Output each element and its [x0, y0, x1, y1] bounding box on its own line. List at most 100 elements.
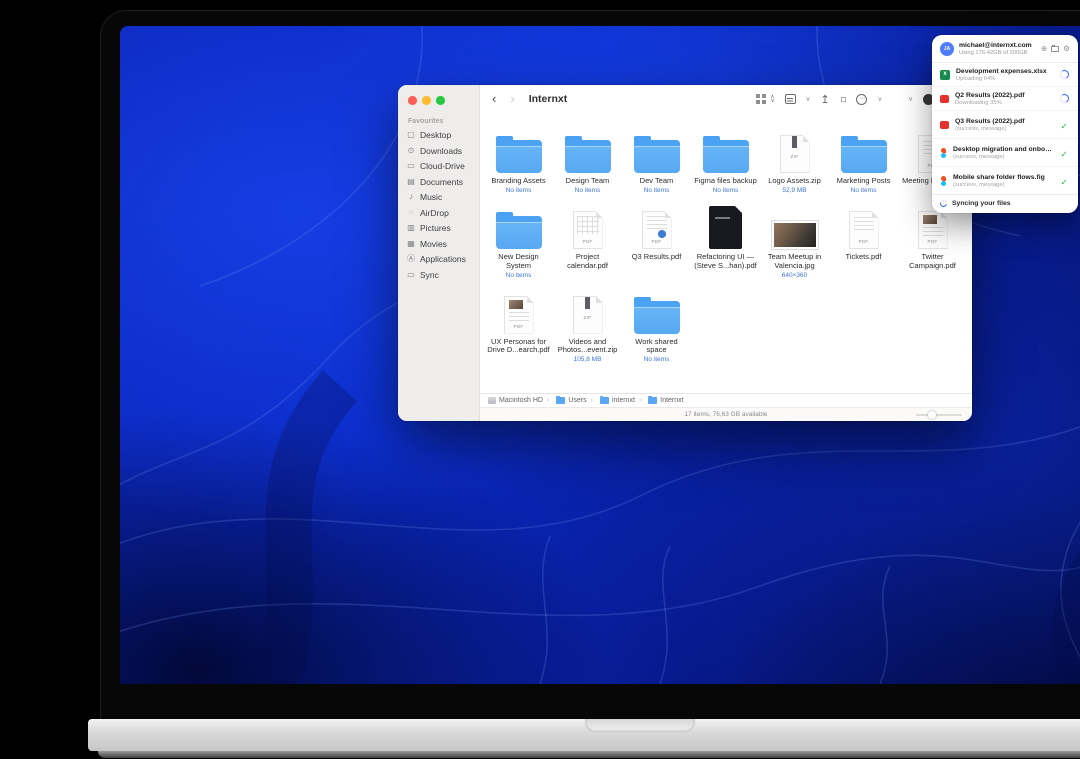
zoom-window-button[interactable]: [436, 96, 445, 105]
sort-chevrons-icon[interactable]: [771, 95, 775, 104]
sidebar-item[interactable]: ▭ Cloud-Drive: [406, 159, 475, 175]
back-button[interactable]: [492, 85, 496, 113]
minimize-button[interactable]: [422, 96, 431, 105]
folder-icon: ▭: [406, 270, 416, 280]
account-email: michael@internxt.com: [959, 42, 1036, 49]
file-name: Logo Assets.zip: [768, 177, 821, 186]
sync-item[interactable]: Development expenses.xlsx Uploading 64%: [932, 63, 1078, 86]
file-item[interactable]: UX Personas for Drive D...earch.pdf: [484, 288, 553, 364]
sidebar-item[interactable]: ▢ Desktop: [406, 128, 475, 144]
file-item[interactable]: Dev Team No items: [622, 127, 691, 194]
file-icon-wrap: [504, 288, 534, 334]
sync-item-name: Mobile share folder flows.fig: [953, 174, 1052, 181]
share-icon[interactable]: [820, 93, 829, 106]
sync-item[interactable]: Desktop migration and onboardi... (succe…: [932, 138, 1078, 166]
file-item[interactable]: Q3 Results.pdf: [622, 203, 691, 279]
sync-item-name: Development expenses.xlsx: [956, 68, 1052, 75]
file-item[interactable]: Twitter Campaign.pdf: [898, 203, 967, 279]
sidebar-item[interactable]: Ⓐ Applications: [406, 252, 475, 268]
sync-item-status: Downloading 35%: [955, 100, 1052, 106]
sidebar-item[interactable]: ♪ Music: [406, 190, 475, 206]
sync-spinner-icon: [939, 199, 949, 209]
file-item[interactable]: Refactoring UI — (Steve S...han).pdf: [691, 203, 760, 279]
popup-header: JA michael@internxt.com Using 176.42GB o…: [932, 35, 1078, 63]
chevron-down-icon[interactable]: [806, 95, 811, 103]
breadcrumb-label: Macintosh HD: [499, 397, 543, 404]
progress-spinner-icon: [1058, 93, 1069, 104]
file-item[interactable]: Logo Assets.zip 52,9 MB: [760, 127, 829, 194]
file-item[interactable]: Team Meetup in Valencia.jpg 640×360: [760, 203, 829, 279]
status-bar: Macintosh HD Users internxt Internxt 17 …: [480, 393, 972, 421]
file-item[interactable]: New Design System No items: [484, 203, 553, 279]
finder-toolbar: Internxt: [480, 85, 972, 113]
forward-button[interactable]: [510, 85, 514, 113]
items-summary: 17 items, 76,63 GB available: [684, 411, 767, 418]
sidebar-item-label: Applications: [420, 254, 466, 264]
file-icon-wrap: [565, 127, 611, 173]
file-item[interactable]: Project calendar.pdf: [553, 203, 622, 279]
figma-file-icon: [940, 148, 947, 158]
pdf-photo-icon: [504, 296, 534, 334]
file-icon-wrap: [634, 127, 680, 173]
overflow-chevron-icon[interactable]: [908, 95, 913, 103]
open-folder-icon[interactable]: [1051, 46, 1059, 52]
file-item[interactable]: Tickets.pdf: [829, 203, 898, 279]
breadcrumb-label: Internxt: [660, 397, 683, 404]
file-grid: Branding Assets No items Design Team No …: [480, 113, 972, 393]
more-actions-icon[interactable]: [856, 94, 867, 105]
chevron-down-icon[interactable]: [877, 95, 882, 103]
toolbar-icons: [756, 93, 934, 106]
breadcrumb-item[interactable]: Macintosh HD: [488, 397, 543, 404]
pdf-chart-icon: [642, 211, 672, 249]
sidebar-item-label: Sync: [420, 270, 439, 280]
sync-status-label: Syncing your files: [952, 200, 1011, 207]
sidebar-item[interactable]: ▦ Movies: [406, 236, 475, 252]
file-item[interactable]: Design Team No items: [553, 127, 622, 194]
file-item[interactable]: Marketing Posts No items: [829, 127, 898, 194]
sidebar-item[interactable]: ▥ Pictures: [406, 221, 475, 237]
file-item[interactable]: Figma files backup No items: [691, 127, 760, 194]
storage-usage: Using 176.42GB of 200GB: [959, 50, 1036, 56]
sync-item[interactable]: Q2 Results (2022).pdf Downloading 35%: [932, 86, 1078, 110]
gear-icon[interactable]: [1063, 45, 1070, 53]
tag-icon[interactable]: [837, 93, 850, 106]
folder-icon: [496, 140, 542, 173]
sidebar-item[interactable]: ◌ AirDrop: [406, 205, 475, 221]
finder-window: Favourites ▢ Desktop ⊙ Downloads ▭ Cloud…: [398, 85, 972, 421]
sync-item[interactable]: Mobile share folder flows.fig (success, …: [932, 166, 1078, 194]
file-sublabel: No items: [713, 187, 739, 194]
sync-item-state: [1058, 94, 1070, 103]
check-icon: [1060, 116, 1067, 134]
sync-item-texts: Mobile share folder flows.fig (success, …: [953, 174, 1052, 188]
sync-item[interactable]: Q3 Results (2022).pdf (success, message): [932, 110, 1078, 138]
laptop-lid-notch: [585, 719, 695, 732]
file-icon-wrap: [496, 203, 542, 249]
icon-view-icon[interactable]: [756, 94, 766, 104]
sidebar-section-label: Favourites: [408, 118, 475, 125]
pdf-file-icon: [940, 121, 949, 129]
folder-icon: [496, 216, 542, 249]
file-item[interactable]: Work shared space No items: [622, 288, 691, 364]
breadcrumb-item[interactable]: Users: [543, 397, 587, 404]
breadcrumb-item[interactable]: Internxt: [635, 397, 684, 404]
sidebar-item-label: Documents: [420, 177, 463, 187]
sidebar-item[interactable]: ▤ Documents: [406, 174, 475, 190]
file-name: Work shared space: [625, 338, 689, 355]
file-icon-wrap: [634, 288, 680, 334]
file-item[interactable]: Branding Assets No items: [484, 127, 553, 194]
web-icon[interactable]: [1041, 45, 1047, 53]
file-name: Tickets.pdf: [846, 253, 882, 262]
file-name: Dev Team: [640, 177, 674, 186]
file-item[interactable]: Videos and Photos...event.zip 105,8 MB: [553, 288, 622, 364]
sidebar-item[interactable]: ▭ Sync: [406, 267, 475, 283]
group-view-icon[interactable]: [785, 94, 796, 104]
slider-knob[interactable]: [928, 411, 936, 419]
close-button[interactable]: [408, 96, 417, 105]
file-icon-wrap: [772, 203, 818, 249]
file-sublabel: 52,9 MB: [782, 187, 806, 194]
document-icon: ▤: [406, 177, 416, 187]
icon-size-slider[interactable]: [916, 414, 962, 416]
sidebar-item[interactable]: ⊙ Downloads: [406, 143, 475, 159]
breadcrumb-item[interactable]: internxt: [587, 397, 635, 404]
file-name: Branding Assets: [491, 177, 545, 186]
